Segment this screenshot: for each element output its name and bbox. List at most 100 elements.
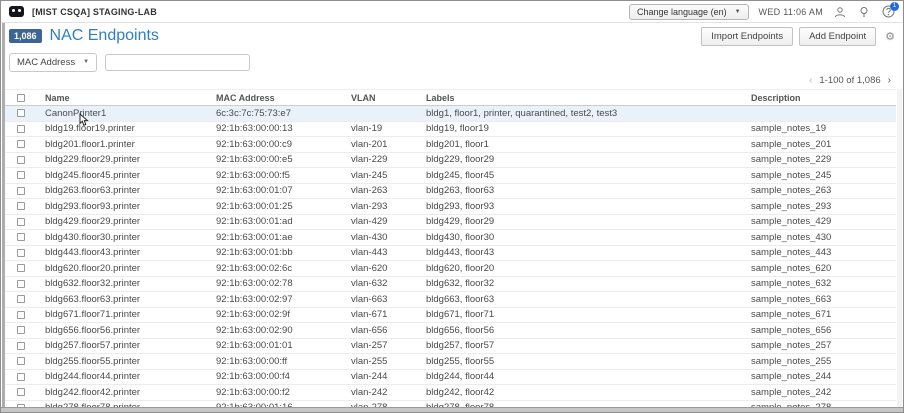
row-checkbox-cell (5, 325, 45, 336)
row-name-cell[interactable]: bldg263.floor63.printer (45, 185, 216, 196)
row-checkbox[interactable] (17, 156, 25, 164)
row-checkbox[interactable] (17, 109, 25, 117)
row-name-cell[interactable]: CanonPrinter1 (45, 108, 216, 119)
add-endpoint-button[interactable]: Add Endpoint (799, 27, 876, 46)
table-row[interactable]: bldg671.floor71.printer92:1b:63:00:02:9f… (5, 308, 896, 324)
row-checkbox[interactable] (17, 233, 25, 241)
row-vlan-cell: vlan-671 (351, 309, 426, 320)
row-checkbox[interactable] (17, 388, 25, 396)
mist-logo-icon[interactable] (9, 6, 24, 17)
table-row[interactable]: bldg430.floor30.printer92:1b:63:00:01:ae… (5, 230, 896, 246)
row-mac-cell: 6c:3c:7c:75:73:e7 (216, 108, 351, 119)
row-name-cell[interactable]: bldg245.floor45.printer (45, 170, 216, 181)
row-checkbox[interactable] (17, 373, 25, 381)
column-header-description[interactable]: Description (751, 93, 896, 103)
endpoints-table: Name MAC Address VLAN Labels Description… (5, 89, 896, 412)
language-select[interactable]: Change language (en) ▼ (629, 4, 749, 20)
row-checkbox[interactable] (17, 202, 25, 210)
row-description-cell: sample_notes_443 (751, 247, 896, 258)
row-checkbox-cell (5, 263, 45, 274)
row-checkbox[interactable] (17, 342, 25, 350)
table-row[interactable]: bldg293.floor93.printer92:1b:63:00:01:25… (5, 199, 896, 215)
table-row[interactable]: CanonPrinter16c:3c:7c:75:73:e7bldg1, flo… (5, 106, 896, 122)
row-description-cell: sample_notes_293 (751, 201, 896, 212)
row-checkbox[interactable] (17, 357, 25, 365)
row-name-cell[interactable]: bldg632.floor32.printer (45, 278, 216, 289)
table-row[interactable]: bldg201.floor1.printer92:1b:63:00:00:c9v… (5, 137, 896, 153)
row-checkbox[interactable] (17, 249, 25, 257)
row-checkbox[interactable] (17, 171, 25, 179)
row-mac-cell: 92:1b:63:00:02:97 (216, 294, 351, 305)
row-name-cell[interactable]: bldg257.floor57.printer (45, 340, 216, 351)
table-row[interactable]: bldg620.floor20.printer92:1b:63:00:02:6c… (5, 261, 896, 277)
row-checkbox-cell (5, 185, 45, 196)
row-name-cell[interactable]: bldg255.floor55.printer (45, 356, 216, 367)
column-header-name[interactable]: Name (45, 93, 216, 103)
row-checkbox-cell (5, 278, 45, 289)
table-settings-icon[interactable]: ⚙ (885, 30, 895, 43)
table-row[interactable]: bldg229.floor29.printer92:1b:63:00:00:e5… (5, 153, 896, 169)
import-endpoints-button[interactable]: Import Endpoints (701, 27, 793, 46)
row-checkbox[interactable] (17, 280, 25, 288)
column-header-mac[interactable]: MAC Address (216, 93, 351, 103)
row-name-cell[interactable]: bldg656.floor56.printer (45, 325, 216, 336)
row-checkbox[interactable] (17, 218, 25, 226)
row-mac-cell: 92:1b:63:00:02:78 (216, 278, 351, 289)
row-checkbox[interactable] (17, 125, 25, 133)
row-name-cell[interactable]: bldg19.floor19.printer (45, 123, 216, 134)
table-row[interactable]: bldg255.floor55.printer92:1b:63:00:00:ff… (5, 354, 896, 370)
row-vlan-cell: vlan-242 (351, 387, 426, 398)
row-name-cell[interactable]: bldg244.floor44.printer (45, 371, 216, 382)
row-checkbox[interactable] (17, 187, 25, 195)
search-input[interactable] (105, 54, 250, 71)
table-row[interactable]: bldg263.floor63.printer92:1b:63:00:01:07… (5, 184, 896, 200)
column-header-vlan[interactable]: VLAN (351, 93, 426, 103)
row-checkbox[interactable] (17, 140, 25, 148)
search-field-select[interactable]: MAC Address ▼ (9, 53, 97, 72)
table-row[interactable]: bldg245.floor45.printer92:1b:63:00:00:f5… (5, 168, 896, 184)
table-row[interactable]: bldg429.floor29.printer92:1b:63:00:01:ad… (5, 215, 896, 231)
row-checkbox[interactable] (17, 326, 25, 334)
row-name-cell[interactable]: bldg620.floor20.printer (45, 263, 216, 274)
table-row[interactable]: bldg443.floor43.printer92:1b:63:00:01:bb… (5, 246, 896, 262)
row-checkbox-cell (5, 294, 45, 305)
row-labels-cell: bldg255, floor55 (426, 356, 751, 367)
row-name-cell[interactable]: bldg429.floor29.printer (45, 216, 216, 227)
table-row[interactable]: bldg19.floor19.printer92:1b:63:00:00:13v… (5, 122, 896, 138)
window-edge-bottom (1, 407, 903, 412)
table-row[interactable]: bldg632.floor32.printer92:1b:63:00:02:78… (5, 277, 896, 293)
scrollbar-track[interactable] (897, 89, 902, 407)
table-row[interactable]: bldg242.floor42.printer92:1b:63:00:00:f2… (5, 385, 896, 401)
column-header-labels[interactable]: Labels (426, 93, 751, 103)
row-labels-cell: bldg430, floor30 (426, 232, 751, 243)
row-name-cell[interactable]: bldg443.floor43.printer (45, 247, 216, 258)
select-all-checkbox[interactable] (17, 94, 25, 102)
row-name-cell[interactable]: bldg663.floor63.printer (45, 294, 216, 305)
whats-new-button[interactable] (857, 5, 871, 19)
row-checkbox[interactable] (17, 311, 25, 319)
row-description-cell: sample_notes_19 (751, 123, 896, 134)
row-name-cell[interactable]: bldg430.floor30.printer (45, 232, 216, 243)
user-account-button[interactable] (833, 5, 847, 19)
row-name-cell[interactable]: bldg671.floor71.printer (45, 309, 216, 320)
pagination-range: 1-100 of 1,086 (819, 75, 880, 86)
row-name-cell[interactable]: bldg242.floor42.printer (45, 387, 216, 398)
row-mac-cell: 92:1b:63:00:02:6c (216, 263, 351, 274)
help-button[interactable]: 1 (881, 5, 895, 19)
table-row[interactable]: bldg257.floor57.printer92:1b:63:00:01:01… (5, 339, 896, 355)
page-prev-icon[interactable]: ‹ (809, 75, 812, 86)
row-name-cell[interactable]: bldg201.floor1.printer (45, 139, 216, 150)
row-name-cell[interactable]: bldg293.floor93.printer (45, 201, 216, 212)
page-next-icon[interactable]: › (888, 75, 891, 86)
page-header: 1,086 NAC Endpoints Import Endpoints Add… (5, 23, 903, 49)
row-mac-cell: 92:1b:63:00:00:e5 (216, 154, 351, 165)
row-name-cell[interactable]: bldg229.floor29.printer (45, 154, 216, 165)
row-checkbox-cell (5, 154, 45, 165)
table-row[interactable]: bldg244.floor44.printer92:1b:63:00:00:f4… (5, 370, 896, 386)
table-row[interactable]: bldg663.floor63.printer92:1b:63:00:02:97… (5, 292, 896, 308)
row-checkbox[interactable] (17, 295, 25, 303)
row-mac-cell: 92:1b:63:00:02:9f (216, 309, 351, 320)
row-vlan-cell: vlan-443 (351, 247, 426, 258)
table-row[interactable]: bldg656.floor56.printer92:1b:63:00:02:90… (5, 323, 896, 339)
row-checkbox[interactable] (17, 264, 25, 272)
